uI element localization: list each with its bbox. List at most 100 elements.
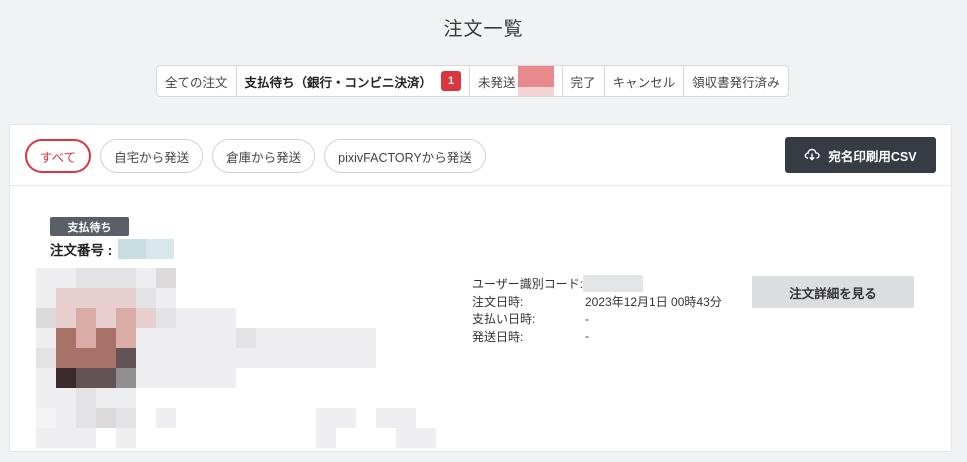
filter-ship-from-home[interactable]: 自宅から発送 xyxy=(100,139,204,173)
mosaic-cell xyxy=(436,348,456,368)
mosaic-cell xyxy=(396,388,416,408)
info-label: 注文日時: xyxy=(472,294,524,309)
mosaic-cell xyxy=(316,368,336,388)
mosaic-cell xyxy=(76,288,96,308)
mosaic-cell xyxy=(436,328,456,348)
mosaic-cell xyxy=(196,408,216,428)
mosaic-cell xyxy=(236,288,256,308)
mosaic-cell xyxy=(196,348,216,368)
mosaic-cell xyxy=(56,408,76,428)
divider xyxy=(10,185,951,186)
mosaic-cell xyxy=(176,428,196,448)
mosaic-cell xyxy=(296,268,316,288)
mosaic-cell xyxy=(296,328,316,348)
mosaic-cell xyxy=(396,408,416,428)
tab-awaiting-payment[interactable]: 支払待ち（銀行・コンビニ決済） 1 xyxy=(237,66,471,96)
mosaic-cell xyxy=(196,368,216,388)
mosaic-cell xyxy=(176,268,196,288)
tab-label: 未発送 xyxy=(478,75,516,90)
mosaic-cell xyxy=(416,428,436,448)
mosaic-cell xyxy=(396,308,416,328)
mosaic-cell xyxy=(236,308,256,328)
mosaic-cell xyxy=(316,388,336,408)
mosaic-cell xyxy=(236,428,256,448)
mosaic-cell xyxy=(176,388,196,408)
mosaic-cell xyxy=(96,408,116,428)
mosaic-cell xyxy=(276,328,296,348)
tab-receipt-issued[interactable]: 領収書発行済み xyxy=(684,66,788,96)
mosaic-cell xyxy=(36,348,56,368)
mosaic-cell xyxy=(256,268,276,288)
mosaic-cell xyxy=(276,308,296,328)
mosaic-cell xyxy=(156,328,176,348)
mosaic-cell xyxy=(56,368,76,388)
mosaic-cell xyxy=(156,288,176,308)
mosaic-cell xyxy=(136,308,156,328)
mosaic-cell xyxy=(96,348,116,368)
mosaic-cell xyxy=(136,368,156,388)
mosaic-cell xyxy=(216,368,236,388)
mosaic-cell xyxy=(256,328,276,348)
mosaic-cell xyxy=(376,328,396,348)
mosaic-cell xyxy=(156,408,176,428)
mosaic-cell xyxy=(256,288,276,308)
mosaic-cell xyxy=(136,388,156,408)
mosaic-cell xyxy=(316,348,336,368)
mosaic-cell xyxy=(36,308,56,328)
mosaic-cell xyxy=(256,308,276,328)
filter-row: すべて 自宅から発送 倉庫から発送 pixivFACTORYから発送 xyxy=(25,139,486,173)
mosaic-cell xyxy=(376,288,396,308)
order-info: ユーザー識別コード: 注文日時: 2023年12月1日 00時43分 支払い日時… xyxy=(472,275,722,345)
mosaic-cell xyxy=(436,388,456,408)
csv-button-label: 宛名印刷用CSV xyxy=(828,149,917,164)
mosaic-cell xyxy=(396,348,416,368)
filter-ship-from-pixivfactory[interactable]: pixivFACTORYから発送 xyxy=(324,139,486,173)
mosaic-cell xyxy=(136,268,156,288)
mosaic-cell xyxy=(96,328,116,348)
mosaic-cell xyxy=(236,408,256,428)
mosaic-cell xyxy=(196,268,216,288)
mosaic-cell xyxy=(116,328,136,348)
filter-ship-from-warehouse[interactable]: 倉庫から発送 xyxy=(212,139,316,173)
mosaic-cell xyxy=(116,388,136,408)
mosaic-cell xyxy=(416,328,436,348)
mosaic-cell xyxy=(216,328,236,348)
mosaic-cell xyxy=(216,348,236,368)
mosaic-cell xyxy=(296,368,316,388)
mosaic-cell xyxy=(136,328,156,348)
mosaic-cell xyxy=(256,428,276,448)
mosaic-cell xyxy=(276,288,296,308)
mosaic-cell xyxy=(276,368,296,388)
mosaic-cell xyxy=(416,308,436,328)
mosaic-cell xyxy=(296,348,316,368)
mosaic-cell xyxy=(236,348,256,368)
mosaic-cell xyxy=(176,408,196,428)
mosaic-cell xyxy=(296,288,316,308)
mosaic-cell xyxy=(96,268,116,288)
mosaic-cell xyxy=(136,348,156,368)
mosaic-cell xyxy=(356,408,376,428)
tab-unshipped[interactable]: 未発送 xyxy=(470,66,563,96)
mosaic-cell xyxy=(336,328,356,348)
mosaic-cell xyxy=(396,328,416,348)
mosaic-cell xyxy=(276,388,296,408)
tab-label: 領収書発行済み xyxy=(692,75,780,90)
tab-label: キャンセル xyxy=(612,75,676,90)
mosaic-cell xyxy=(76,328,96,348)
info-value: - xyxy=(585,311,589,326)
count-badge: 1 xyxy=(441,71,462,91)
mosaic-cell xyxy=(436,268,456,288)
tab-complete[interactable]: 完了 xyxy=(563,66,605,96)
tab-cancel[interactable]: キャンセル xyxy=(605,66,685,96)
mosaic-cell xyxy=(76,428,96,448)
csv-download-button[interactable]: 宛名印刷用CSV xyxy=(785,137,936,173)
filter-all[interactable]: すべて xyxy=(25,139,92,173)
order-detail-button[interactable]: 注文詳細を見る xyxy=(752,276,914,308)
info-value: 2023年12月1日 00時43分 xyxy=(585,294,722,309)
mosaic-cell xyxy=(316,308,336,328)
mosaic-cell xyxy=(236,368,256,388)
mosaic-cell xyxy=(356,348,376,368)
mosaic-cell xyxy=(436,368,456,388)
tab-all-orders[interactable]: 全ての注文 xyxy=(157,66,237,96)
mosaic-cell xyxy=(296,408,316,428)
